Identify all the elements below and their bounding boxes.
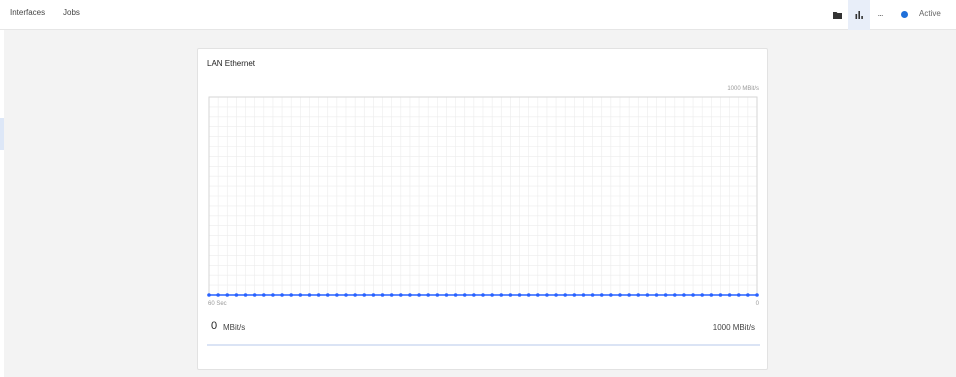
left-panel (0, 30, 4, 377)
series-point (709, 293, 714, 297)
series-point (316, 293, 321, 297)
more-button[interactable]: ··· (869, 0, 891, 30)
chart-view-button[interactable] (848, 0, 870, 30)
series-point (490, 293, 494, 297)
series-point (663, 293, 668, 297)
series-point (645, 293, 650, 297)
series-point (636, 293, 641, 297)
more-icon: ··· (877, 10, 884, 20)
series-point (673, 293, 677, 297)
current-throughput-value: 0 (211, 320, 218, 332)
series-point (526, 293, 531, 297)
series-point (517, 293, 522, 297)
series-point (371, 293, 376, 297)
series-point (736, 293, 741, 297)
top-bar: Interfaces Jobs ··· Active (0, 0, 956, 30)
series-point (353, 293, 357, 297)
series-point (389, 293, 394, 297)
series-point (472, 293, 476, 297)
series-point (508, 293, 513, 297)
x-axis-end-label: 0 (756, 301, 760, 307)
nav-interfaces[interactable]: Interfaces (10, 8, 45, 17)
series-point (618, 293, 622, 297)
series-point (234, 293, 239, 297)
throughput-usage-bar (207, 344, 760, 346)
folder-icon (832, 12, 842, 19)
series-point (307, 293, 312, 297)
series-point (417, 293, 421, 297)
folder-button[interactable] (826, 0, 848, 30)
series-point (444, 293, 449, 297)
series-point (691, 293, 695, 297)
series-point (572, 293, 577, 297)
series-point (408, 293, 412, 297)
interface-card: LAN Ethernet 1000 MBit/s 60 Sec 0 0 MBit… (197, 48, 768, 370)
series-point (216, 293, 220, 297)
series-point (746, 293, 750, 297)
chart-grid (209, 97, 757, 295)
status-indicator-icon (901, 11, 908, 18)
y-axis-max-label: 1000 MBit/s (727, 86, 759, 92)
series-point (335, 293, 339, 297)
series-point (399, 293, 403, 297)
series-point (727, 293, 732, 297)
series-point (700, 293, 704, 297)
series-point (380, 293, 385, 297)
series-point (481, 293, 485, 297)
series-point (280, 293, 284, 297)
series-point (225, 293, 230, 297)
left-panel-selection[interactable] (0, 118, 4, 150)
status-label: Active (919, 9, 941, 18)
series-point (599, 293, 604, 297)
series-point (536, 293, 540, 297)
series-point (609, 293, 613, 297)
series-point (252, 293, 257, 297)
series-point (325, 293, 330, 297)
series-point (271, 293, 275, 297)
series-point (590, 293, 595, 297)
series-point (682, 293, 686, 297)
series-point (243, 293, 248, 297)
series-point (563, 293, 567, 297)
series-points (207, 293, 759, 297)
series-point (453, 293, 458, 297)
series-point (581, 293, 586, 297)
series-point (289, 293, 293, 297)
series-point (654, 293, 659, 297)
series-point (262, 293, 266, 297)
bar-chart-icon (855, 11, 863, 19)
series-point (362, 293, 367, 297)
max-throughput-label: 1000 MBit/s (712, 323, 755, 332)
series-point (499, 293, 504, 297)
series-point (298, 293, 303, 297)
series-point (344, 293, 348, 297)
series-point (718, 293, 723, 297)
series-point (755, 293, 759, 297)
traffic-chart: 1000 MBit/s 60 Sec 0 (207, 86, 760, 307)
nav-jobs[interactable]: Jobs (63, 8, 80, 17)
series-point (435, 293, 440, 297)
current-throughput-unit: MBit/s (223, 323, 246, 332)
series-point (627, 293, 631, 297)
series-point (426, 293, 430, 297)
series-point (545, 293, 549, 297)
x-axis-start-label: 60 Sec (208, 301, 227, 307)
series-point (462, 293, 467, 297)
series-point (207, 293, 211, 297)
series-point (554, 293, 558, 297)
